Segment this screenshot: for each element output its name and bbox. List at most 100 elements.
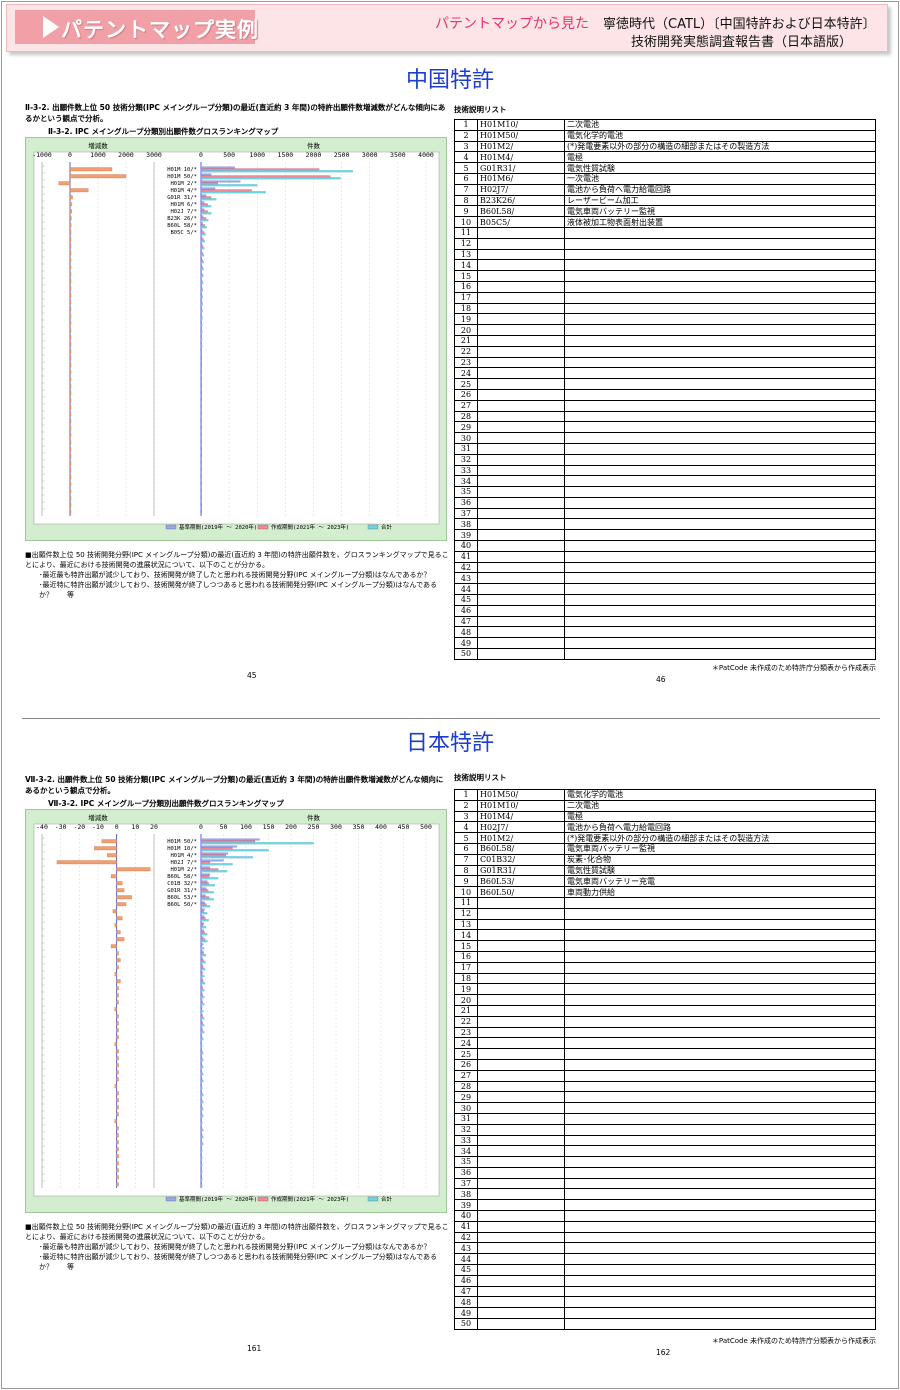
diff-bar xyxy=(116,930,121,935)
legend-row: 48 xyxy=(454,1296,876,1309)
count-bar xyxy=(200,226,207,229)
legend-row: 22 xyxy=(454,1015,876,1028)
legend-code xyxy=(477,270,565,282)
diff-bar xyxy=(116,1049,119,1054)
legend-row: 26 xyxy=(454,388,876,401)
legend-row: 27 xyxy=(454,1069,876,1082)
legend-number: 43 xyxy=(454,572,478,585)
count-bar xyxy=(200,987,203,990)
legend-desc xyxy=(564,313,876,326)
diff-bar xyxy=(69,426,72,431)
legend-code: G01R31/ xyxy=(477,162,565,174)
legend-row: 8 B23K26/レーザービーム加工 xyxy=(454,194,876,207)
legend-row: 13 xyxy=(454,248,876,261)
legend-row: 11 xyxy=(454,226,876,239)
legend-desc xyxy=(564,496,876,509)
legend-desc xyxy=(564,1253,876,1266)
diff-bar xyxy=(69,328,72,333)
count-bar xyxy=(200,842,314,845)
legend-number: 23 xyxy=(454,356,478,369)
play-triangle-icon xyxy=(43,16,59,38)
legend-code xyxy=(477,983,565,996)
legend-number: 27 xyxy=(454,399,478,412)
count-bar xyxy=(200,364,202,367)
legend-number: 41 xyxy=(454,1220,478,1233)
diff-bar xyxy=(69,503,72,508)
count-bar xyxy=(200,310,203,313)
count-bar xyxy=(200,952,204,955)
legend-code: B60L58/ xyxy=(477,842,565,855)
legend-row: 43 xyxy=(454,1242,876,1255)
ranking-chart-china: 増減数 件数 -1000 0 1000 2000 3000 0 500 1000 1500 2000 2… xyxy=(25,137,447,541)
count-bar xyxy=(200,1043,202,1046)
legend-number: 34 xyxy=(454,1145,478,1158)
legend-desc xyxy=(564,1145,876,1158)
count-bar xyxy=(200,373,202,376)
legend-desc xyxy=(564,950,876,963)
count-bar xyxy=(200,1010,204,1013)
legend-number: 4 xyxy=(454,821,478,834)
count-bar xyxy=(200,1111,202,1114)
legend-desc xyxy=(564,475,876,488)
count-bar xyxy=(200,905,211,908)
count-tick-label: 0 xyxy=(199,151,203,159)
count-bar xyxy=(200,254,205,257)
count-bar xyxy=(200,294,203,297)
legend-row: 44 xyxy=(454,1253,876,1266)
legend-code xyxy=(477,475,565,488)
count-bar xyxy=(200,436,202,439)
legend-code xyxy=(477,1318,565,1330)
count-bar xyxy=(200,359,203,362)
legend-row: 27 xyxy=(454,399,876,412)
count-bar xyxy=(200,908,205,911)
count-bar xyxy=(200,378,202,381)
legend-row: 23 xyxy=(454,1026,876,1039)
legend-desc xyxy=(564,442,876,455)
count-axis-label: 件数 xyxy=(307,141,321,150)
count-bar xyxy=(200,471,202,474)
count-bar xyxy=(200,182,218,185)
diff-bar xyxy=(116,937,125,942)
count-bar xyxy=(200,210,208,213)
count-bar xyxy=(200,271,202,274)
count-bar xyxy=(200,261,204,264)
header-badge: パテントマップ実例 xyxy=(15,10,258,44)
count-tick-label: 150 xyxy=(263,823,275,831)
legend-title: 技術説明リスト xyxy=(454,773,507,782)
legend-row: 12 xyxy=(454,237,876,250)
legend-code xyxy=(477,1253,565,1266)
count-bar xyxy=(200,1024,205,1027)
count-bar xyxy=(200,852,229,855)
diff-bar xyxy=(116,1091,119,1096)
count-bar xyxy=(200,847,233,850)
count-bar xyxy=(200,996,205,999)
legend-code xyxy=(477,550,565,563)
legend-code xyxy=(477,432,565,444)
legend-row: 24 xyxy=(454,367,876,380)
legend-desc xyxy=(564,1156,876,1168)
category-label: H01M 4/* xyxy=(171,188,198,194)
count-bar xyxy=(200,1050,203,1053)
legend-desc xyxy=(564,637,876,650)
diff-bar xyxy=(69,265,72,270)
legend-row: 4 H02J7/電池から負荷へ電力給電回路 xyxy=(454,821,876,834)
legend-number: 40 xyxy=(454,540,478,552)
legend-desc xyxy=(564,226,876,239)
count-tick-label: 400 xyxy=(375,823,387,831)
legend-code xyxy=(477,259,565,272)
legend-row: 50 xyxy=(454,648,876,660)
legend-row: 49 xyxy=(454,1307,876,1320)
legend-desc xyxy=(564,1199,876,1212)
count-bar xyxy=(200,1055,202,1058)
diff-tick-label: 0 xyxy=(115,823,119,831)
legend-number: 30 xyxy=(454,432,478,444)
diff-bar xyxy=(116,1021,119,1026)
diff-bar xyxy=(116,958,121,963)
count-bar xyxy=(200,1069,202,1072)
legend-desc xyxy=(564,1004,876,1017)
count-bar xyxy=(200,299,202,302)
legend-desc: 電気化学的電池 xyxy=(564,129,876,142)
section-title-china: 中国特許 xyxy=(405,68,494,93)
legend-code xyxy=(477,248,565,261)
count-bar xyxy=(200,464,202,467)
